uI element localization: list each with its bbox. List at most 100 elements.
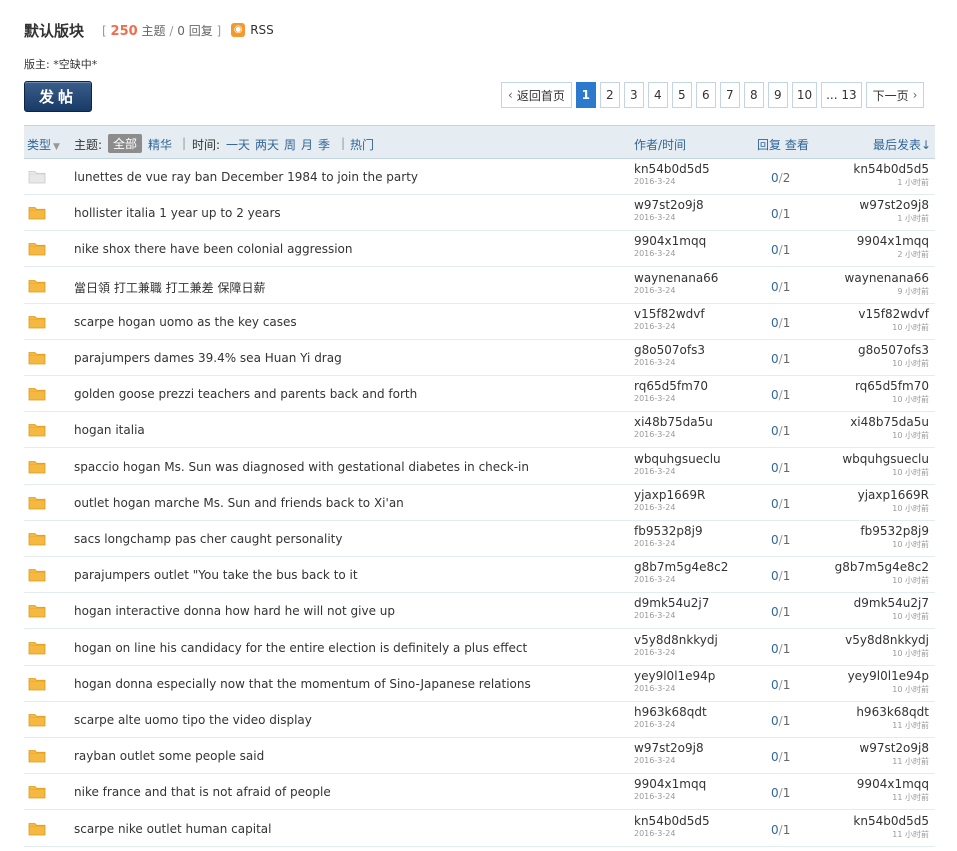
- reply-count[interactable]: 0: [771, 642, 779, 656]
- author-link[interactable]: 9904x1mqq: [634, 234, 706, 248]
- page-link[interactable]: 4: [647, 82, 668, 108]
- reply-count[interactable]: 0: [771, 714, 779, 728]
- reply-count[interactable]: 0: [771, 171, 779, 185]
- last-post-time[interactable]: 10 小时前: [858, 503, 929, 514]
- thread-title-link[interactable]: hogan donna especially now that the mome…: [74, 677, 531, 691]
- last-poster-link[interactable]: w97st2o9j8: [859, 741, 929, 755]
- thread-title-link[interactable]: hogan italia: [74, 423, 145, 437]
- author-time-column[interactable]: 作者/时间: [634, 136, 686, 153]
- author-link[interactable]: xi48b75da5u: [634, 415, 713, 429]
- page-link[interactable]: 6: [695, 82, 716, 108]
- time-filter-week[interactable]: 周: [284, 136, 296, 153]
- rss-link[interactable]: ◉ RSS: [231, 23, 274, 37]
- time-filter-season[interactable]: 季: [318, 136, 330, 153]
- last-poster-link[interactable]: waynenana66: [845, 271, 929, 285]
- author-link[interactable]: 9904x1mqq: [634, 777, 706, 791]
- last-poster-link[interactable]: yey9l0l1e94p: [848, 669, 929, 683]
- reply-count[interactable]: 0: [771, 388, 779, 402]
- page-link[interactable]: 1: [575, 82, 596, 108]
- reply-count[interactable]: 0: [771, 569, 779, 583]
- thread-title-link[interactable]: sacs longchamp pas cher caught personali…: [74, 532, 342, 546]
- last-poster-link[interactable]: g8o507ofs3: [858, 343, 929, 357]
- last-poster-link[interactable]: h963k68qdt: [856, 705, 929, 719]
- thread-title-link[interactable]: parajumpers dames 39.4% sea Huan Yi drag: [74, 351, 342, 365]
- reply-count[interactable]: 0: [771, 280, 779, 294]
- thread-title-link[interactable]: spaccio hogan Ms. Sun was diagnosed with…: [74, 460, 529, 474]
- tab-all[interactable]: 全部: [108, 134, 143, 153]
- page-link[interactable]: 8: [743, 82, 764, 108]
- last-poster-link[interactable]: kn54b0d5d5: [853, 814, 929, 828]
- last-post-time[interactable]: 1 小时前: [859, 213, 929, 224]
- reply-count[interactable]: 0: [771, 461, 779, 475]
- reply-count[interactable]: 0: [771, 678, 779, 692]
- reply-count[interactable]: 0: [771, 207, 779, 221]
- reply-count[interactable]: 0: [771, 786, 779, 800]
- last-poster-link[interactable]: fb9532p8j9: [860, 524, 929, 538]
- thread-title-link[interactable]: hogan on line his candidacy for the enti…: [74, 641, 527, 655]
- last-post-time[interactable]: 10 小时前: [848, 684, 929, 695]
- author-link[interactable]: kn54b0d5d5: [634, 162, 710, 176]
- author-link[interactable]: g8b7m5g4e8c2: [634, 560, 728, 574]
- last-poster-link[interactable]: yjaxp1669R: [858, 488, 929, 502]
- thread-title-link[interactable]: nike france and that is not afraid of pe…: [74, 785, 331, 799]
- last-poster-link[interactable]: 9904x1mqq: [857, 234, 929, 248]
- page-link[interactable]: 3: [623, 82, 644, 108]
- last-poster-link[interactable]: v5y8d8nkkydj: [845, 633, 929, 647]
- last-post-time[interactable]: 9 小时前: [845, 286, 929, 297]
- last-post-time[interactable]: 10 小时前: [858, 358, 929, 369]
- author-link[interactable]: yjaxp1669R: [634, 488, 705, 502]
- last-post-time[interactable]: 2 小时前: [857, 249, 929, 260]
- last-post-time[interactable]: 10 小时前: [858, 322, 929, 333]
- author-link[interactable]: wbquhgsueclu: [634, 452, 721, 466]
- time-filter-two-days[interactable]: 两天: [255, 136, 279, 153]
- thread-title-link[interactable]: outlet hogan marche Ms. Sun and friends …: [74, 496, 404, 510]
- reply-count[interactable]: 0: [771, 533, 779, 547]
- last-poster-link[interactable]: w97st2o9j8: [859, 198, 929, 212]
- thread-title-link[interactable]: scarpe nike outlet human capital: [74, 822, 271, 836]
- last-post-time[interactable]: 10 小时前: [850, 430, 929, 441]
- tab-digest[interactable]: 精华: [148, 136, 172, 153]
- last-post-column[interactable]: 最后发表↓: [873, 136, 931, 153]
- time-filter-month[interactable]: 月: [301, 136, 313, 153]
- author-link[interactable]: h963k68qdt: [634, 705, 707, 719]
- thread-title-link[interactable]: hollister italia 1 year up to 2 years: [74, 206, 281, 220]
- thread-title-link[interactable]: nike shox there have been colonial aggre…: [74, 242, 353, 256]
- tab-hot[interactable]: 热门: [350, 136, 374, 153]
- last-poster-link[interactable]: wbquhgsueclu: [842, 452, 929, 466]
- last-post-time[interactable]: 10 小时前: [842, 467, 929, 478]
- author-link[interactable]: w97st2o9j8: [634, 198, 704, 212]
- page-link[interactable]: 10: [791, 82, 818, 108]
- last-poster-link[interactable]: 9904x1mqq: [857, 777, 929, 791]
- reply-count[interactable]: 0: [771, 352, 779, 366]
- author-link[interactable]: yey9l0l1e94p: [634, 669, 715, 683]
- last-post-time[interactable]: 11 小时前: [857, 792, 929, 803]
- reply-count[interactable]: 0: [771, 243, 779, 257]
- thread-title-link[interactable]: scarpe hogan uomo as the key cases: [74, 315, 297, 329]
- last-post-time[interactable]: 10 小时前: [854, 611, 929, 622]
- reply-count[interactable]: 0: [771, 424, 779, 438]
- last-post-time[interactable]: 10 小时前: [855, 394, 929, 405]
- reply-count[interactable]: 0: [771, 605, 779, 619]
- last-poster-link[interactable]: kn54b0d5d5: [853, 162, 929, 176]
- author-link[interactable]: rq65d5fm70: [634, 379, 708, 393]
- thread-title-link[interactable]: lunettes de vue ray ban December 1984 to…: [74, 170, 418, 184]
- last-post-time[interactable]: 10 小时前: [860, 539, 929, 550]
- last-poster-link[interactable]: v15f82wdvf: [858, 307, 929, 321]
- thread-title-link[interactable]: golden goose prezzi teachers and parents…: [74, 387, 417, 401]
- thread-title-link[interactable]: hogan interactive donna how hard he will…: [74, 604, 395, 618]
- last-page-link[interactable]: ... 13: [821, 82, 862, 108]
- next-page-button[interactable]: 下一页 ›: [865, 82, 925, 108]
- reply-count[interactable]: 0: [771, 750, 779, 764]
- reply-count[interactable]: 0: [771, 497, 779, 511]
- author-link[interactable]: fb9532p8j9: [634, 524, 703, 538]
- last-poster-link[interactable]: d9mk54u2j7: [854, 596, 929, 610]
- author-link[interactable]: v5y8d8nkkydj: [634, 633, 718, 647]
- author-link[interactable]: w97st2o9j8: [634, 741, 704, 755]
- last-post-time[interactable]: 11 小时前: [853, 829, 929, 840]
- page-link[interactable]: 7: [719, 82, 740, 108]
- author-link[interactable]: waynenana66: [634, 271, 718, 285]
- thread-title-link[interactable]: scarpe alte uomo tipo the video display: [74, 713, 312, 727]
- author-link[interactable]: g8o507ofs3: [634, 343, 705, 357]
- replies-views-column[interactable]: 回复 查看: [757, 136, 809, 153]
- back-home-button[interactable]: ‹ 返回首页: [501, 82, 572, 108]
